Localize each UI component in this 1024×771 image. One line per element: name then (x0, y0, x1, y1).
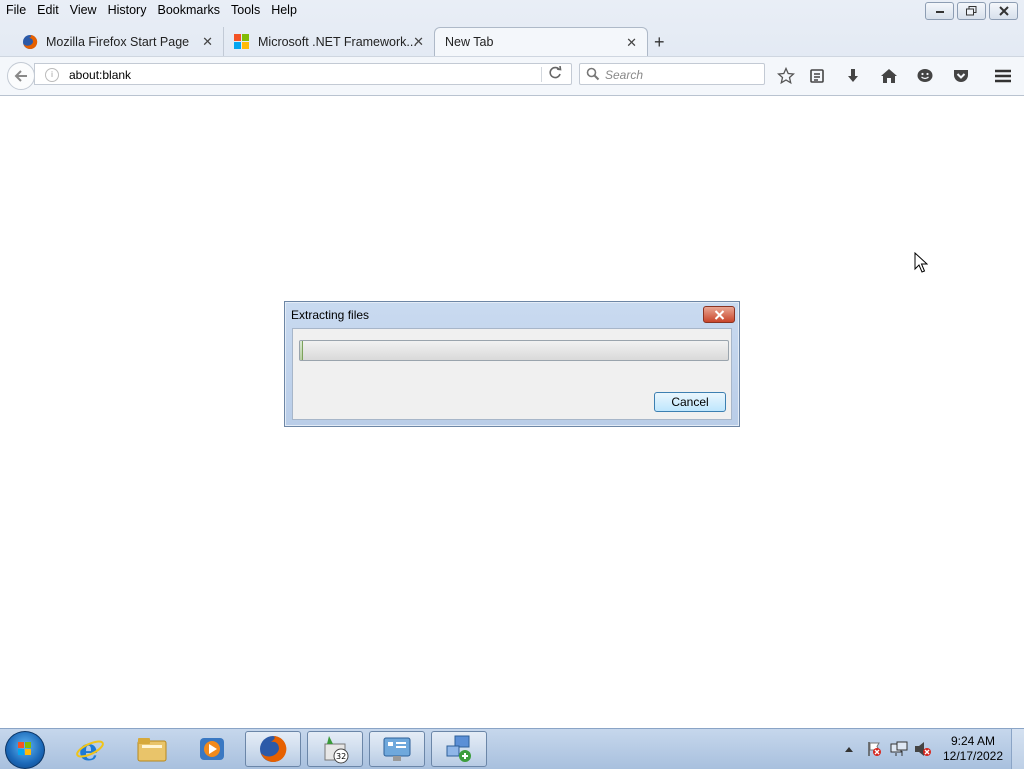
taskbar-installer-32[interactable]: 32 (307, 731, 363, 767)
network-setup-icon (446, 735, 471, 762)
start-button[interactable] (5, 731, 45, 769)
menu-bookmarks[interactable]: Bookmarks (151, 0, 225, 20)
taskbar-internet-explorer[interactable]: e (62, 731, 118, 767)
menu-file[interactable]: File (0, 0, 31, 20)
system-clock[interactable]: 9:24 AM 12/17/2022 (936, 734, 1010, 764)
clock-date: 12/17/2022 (942, 749, 1004, 763)
url-divider (541, 67, 542, 82)
dialog-body: Cancel (292, 328, 732, 420)
tab-label: New Tab (445, 35, 494, 49)
dialog-close-button[interactable] (703, 306, 735, 323)
svg-text:32: 32 (336, 752, 346, 761)
menu-bar: File Edit View History Bookmarks Tools H… (0, 0, 900, 20)
clock-time: 9:24 AM (950, 734, 996, 748)
search-icon (586, 67, 600, 84)
menu-view[interactable]: View (64, 0, 102, 20)
info-icon[interactable]: i (45, 68, 59, 82)
internet-explorer-icon: e (76, 734, 104, 764)
media-player-icon (200, 738, 224, 760)
bookmark-star-icon[interactable] (776, 66, 796, 86)
cancel-button[interactable]: Cancel (654, 392, 726, 412)
taskbar-media-player[interactable] (184, 731, 240, 767)
menu-edit[interactable]: Edit (31, 0, 64, 20)
close-tab-icon[interactable]: ✕ (202, 34, 213, 50)
show-hidden-icons-icon[interactable] (844, 742, 854, 756)
taskbar-file-explorer[interactable] (124, 731, 180, 767)
taskbar-network-setup[interactable] (431, 731, 487, 767)
installer-32-icon: 32 (324, 736, 349, 764)
firefox-icon (22, 34, 38, 50)
url-text[interactable]: about:blank (69, 68, 131, 82)
reload-icon[interactable] (549, 65, 562, 82)
search-placeholder: Search (605, 68, 644, 82)
search-input[interactable]: Search (579, 63, 765, 85)
close-icon (998, 6, 1009, 16)
tab-bar: Mozilla Firefox Start Page ✕ Microsoft .… (0, 24, 1024, 56)
downloads-icon[interactable] (843, 66, 863, 86)
close-window-button[interactable] (989, 2, 1018, 20)
restore-button[interactable] (957, 2, 986, 20)
file-explorer-icon (137, 738, 167, 762)
window-controls (925, 2, 1018, 20)
volume-muted-icon[interactable] (914, 741, 932, 760)
hamburger-menu-icon[interactable] (993, 66, 1013, 86)
firefox-icon (260, 735, 287, 762)
windows-logo-icon (18, 742, 31, 755)
tab-firefox-start[interactable]: Mozilla Firefox Start Page ✕ (0, 27, 224, 56)
taskbar: e 32 9:24 AM 12/17/2022 (0, 728, 1024, 769)
menu-history[interactable]: History (102, 0, 152, 20)
minimize-button[interactable] (925, 2, 954, 20)
back-button[interactable] (7, 62, 35, 90)
navigation-bar: i about:blank Search (0, 56, 1024, 95)
tab-label: Microsoft .NET Framework... (258, 34, 417, 49)
bookmarks-menu-icon[interactable] (807, 66, 827, 86)
control-panel-icon (383, 737, 411, 761)
tab-new-tab[interactable]: New Tab ✕ (434, 27, 648, 56)
progress-fill (300, 341, 303, 360)
pocket-icon[interactable] (951, 66, 971, 86)
hello-chat-icon[interactable] (915, 66, 935, 86)
close-tab-icon[interactable]: ✕ (626, 35, 637, 51)
taskbar-firefox[interactable] (245, 731, 301, 767)
close-icon (714, 309, 724, 320)
network-icon[interactable] (890, 741, 908, 760)
tab-label: Mozilla Firefox Start Page (46, 34, 190, 49)
extraction-progress-bar (299, 340, 729, 361)
microsoft-logo-icon (234, 33, 250, 50)
menu-help[interactable]: Help (265, 0, 302, 20)
taskbar-control-panel[interactable] (369, 731, 425, 767)
browser-chrome: File Edit View History Bookmarks Tools H… (0, 0, 1024, 96)
new-tab-button[interactable]: + (654, 32, 665, 53)
tab-dotnet[interactable]: Microsoft .NET Framework... ✕ (224, 27, 434, 56)
url-bar[interactable]: i about:blank (34, 63, 572, 85)
extracting-files-dialog: Extracting files Cancel (284, 301, 740, 427)
dialog-title: Extracting files (291, 308, 370, 322)
menu-tools[interactable]: Tools (225, 0, 265, 20)
back-arrow-icon (14, 70, 27, 82)
minimize-icon (935, 11, 944, 13)
home-icon[interactable] (879, 66, 899, 86)
close-tab-icon[interactable]: ✕ (413, 34, 424, 50)
restore-icon (966, 6, 977, 16)
show-desktop-button[interactable] (1011, 729, 1024, 769)
mouse-cursor-icon (914, 251, 929, 277)
action-center-flag-icon[interactable] (866, 741, 882, 760)
